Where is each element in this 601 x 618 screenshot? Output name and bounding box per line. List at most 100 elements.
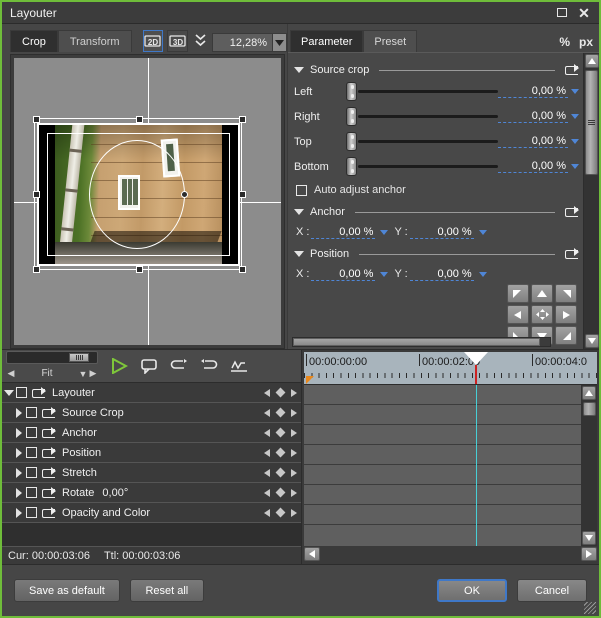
reset-icon[interactable]: [565, 64, 579, 76]
value-dropdown-icon[interactable]: [571, 139, 579, 144]
auto-adjust-anchor-row[interactable]: Auto adjust anchor: [296, 179, 579, 201]
handle-bottom-left[interactable]: [32, 266, 40, 274]
reset-icon[interactable]: [42, 406, 56, 419]
playhead-handle[interactable]: [464, 352, 488, 384]
enable-checkbox[interactable]: [26, 427, 37, 438]
scroll-right-icon[interactable]: [581, 547, 597, 561]
undo-icon[interactable]: [164, 353, 194, 379]
chevron-down-icon[interactable]: [294, 251, 304, 257]
close-icon[interactable]: ✕: [577, 6, 591, 20]
keyframe-nav[interactable]: [264, 487, 297, 498]
tree-row-position[interactable]: Position: [2, 443, 301, 463]
tree-row-anchor[interactable]: Anchor: [2, 423, 301, 443]
bottom-value[interactable]: 0,00 %: [498, 160, 568, 173]
timeline-tracks[interactable]: [304, 385, 597, 546]
timeline-zoom-slider[interactable]: [6, 351, 98, 364]
keyframe-nav[interactable]: [264, 407, 297, 418]
unit-percent-button[interactable]: %: [559, 35, 570, 49]
tab-transform[interactable]: Transform: [57, 30, 132, 52]
scroll-up-icon[interactable]: [584, 54, 599, 68]
scroll-up-icon[interactable]: [582, 386, 596, 400]
redo-icon[interactable]: [194, 353, 224, 379]
scrollbar-thumb[interactable]: [582, 402, 596, 416]
tab-preset[interactable]: Preset: [363, 30, 418, 52]
reset-icon[interactable]: [42, 466, 56, 479]
keyframe-nav[interactable]: [264, 507, 297, 518]
parameter-horizontal-scrollbar[interactable]: [292, 337, 551, 347]
reset-icon[interactable]: [42, 446, 56, 459]
chevron-right-icon[interactable]: [12, 487, 26, 498]
reset-icon[interactable]: [42, 486, 56, 499]
handle-bottom-right[interactable]: [239, 266, 247, 274]
reset-all-button[interactable]: Reset all: [129, 579, 204, 602]
group-header-position[interactable]: Position: [294, 245, 579, 263]
scrollbar-thumb[interactable]: [585, 70, 598, 175]
chevron-right-icon[interactable]: [12, 467, 26, 478]
keyframe-nav[interactable]: [264, 427, 297, 438]
align-middle-left-button[interactable]: [507, 305, 529, 324]
right-value[interactable]: 0,00 %: [498, 110, 568, 123]
reset-icon[interactable]: [565, 206, 579, 218]
keyframe-nav[interactable]: [264, 447, 297, 458]
timeline-horizontal-scrollbar[interactable]: [304, 546, 597, 562]
align-middle-right-button[interactable]: [555, 305, 577, 324]
chevron-right-icon[interactable]: [12, 507, 26, 518]
chevron-down-icon[interactable]: ▼: [78, 369, 88, 379]
position-x-value[interactable]: 0,00 %: [311, 268, 376, 281]
align-bottom-right-button[interactable]: [555, 326, 577, 345]
value-dropdown-icon[interactable]: [380, 229, 389, 235]
tree-row-opacity-and-color[interactable]: Opacity and Color: [2, 503, 301, 523]
timeline-row[interactable]: [304, 465, 597, 485]
handle-middle-left[interactable]: [32, 191, 40, 199]
rotate-value[interactable]: 0,00°: [102, 487, 264, 499]
left-value[interactable]: 0,00 %: [498, 85, 568, 98]
handle-top-center[interactable]: [136, 115, 144, 123]
tab-parameter[interactable]: Parameter: [290, 30, 364, 52]
tree-row-stretch[interactable]: Stretch: [2, 463, 301, 483]
value-dropdown-icon[interactable]: [478, 271, 487, 277]
tree-row-rotate[interactable]: Rotate 0,00°: [2, 483, 301, 503]
value-dropdown-icon[interactable]: [380, 271, 389, 277]
value-dropdown-icon[interactable]: [571, 114, 579, 119]
maximize-icon[interactable]: [555, 6, 569, 20]
timeline-row[interactable]: [304, 445, 597, 465]
crop-preview-canvas[interactable]: [14, 58, 281, 345]
mode-2d-button[interactable]: 2D: [143, 30, 164, 52]
ok-button[interactable]: OK: [437, 579, 507, 602]
enable-checkbox[interactable]: [26, 487, 37, 498]
handle-top-right[interactable]: [239, 115, 247, 123]
chevron-right-icon[interactable]: ▶: [88, 368, 98, 379]
tree-row-layouter[interactable]: Layouter: [2, 383, 301, 403]
handle-bottom-center[interactable]: [136, 266, 144, 274]
timeline-vertical-scrollbar[interactable]: [581, 385, 597, 546]
enable-checkbox[interactable]: [26, 507, 37, 518]
scroll-down-icon[interactable]: [582, 531, 596, 545]
resize-grip-icon[interactable]: [584, 602, 596, 614]
timeline-row[interactable]: [304, 485, 597, 505]
unit-px-button[interactable]: px: [579, 35, 593, 49]
chevron-down-icon[interactable]: [294, 209, 304, 215]
enable-checkbox[interactable]: [16, 387, 27, 398]
chevron-right-icon[interactable]: [12, 407, 26, 418]
align-top-right-button[interactable]: [555, 284, 577, 303]
chevron-right-icon[interactable]: [12, 447, 26, 458]
play-icon[interactable]: [104, 353, 134, 379]
curve-editor-icon[interactable]: [224, 353, 254, 379]
keyframe-nav[interactable]: [264, 467, 297, 478]
bottom-slider[interactable]: [344, 157, 498, 177]
value-dropdown-icon[interactable]: [571, 164, 579, 169]
right-slider[interactable]: [344, 107, 498, 127]
left-slider[interactable]: [344, 82, 498, 102]
reset-icon[interactable]: [42, 426, 56, 439]
value-dropdown-icon[interactable]: [571, 89, 579, 94]
timeline-row[interactable]: [304, 425, 597, 445]
scroll-down-icon[interactable]: [584, 334, 599, 348]
top-value[interactable]: 0,00 %: [498, 135, 568, 148]
mode-3d-button[interactable]: 3D: [167, 30, 188, 52]
timeline-ruler[interactable]: 00:00:00:00 00:00:02:00 00:00:04:0: [304, 352, 597, 385]
handle-middle-right[interactable]: [239, 191, 247, 199]
enable-checkbox[interactable]: [26, 467, 37, 478]
enable-checkbox[interactable]: [26, 447, 37, 458]
cancel-button[interactable]: Cancel: [517, 579, 587, 602]
tree-row-source-crop[interactable]: Source Crop: [2, 403, 301, 423]
